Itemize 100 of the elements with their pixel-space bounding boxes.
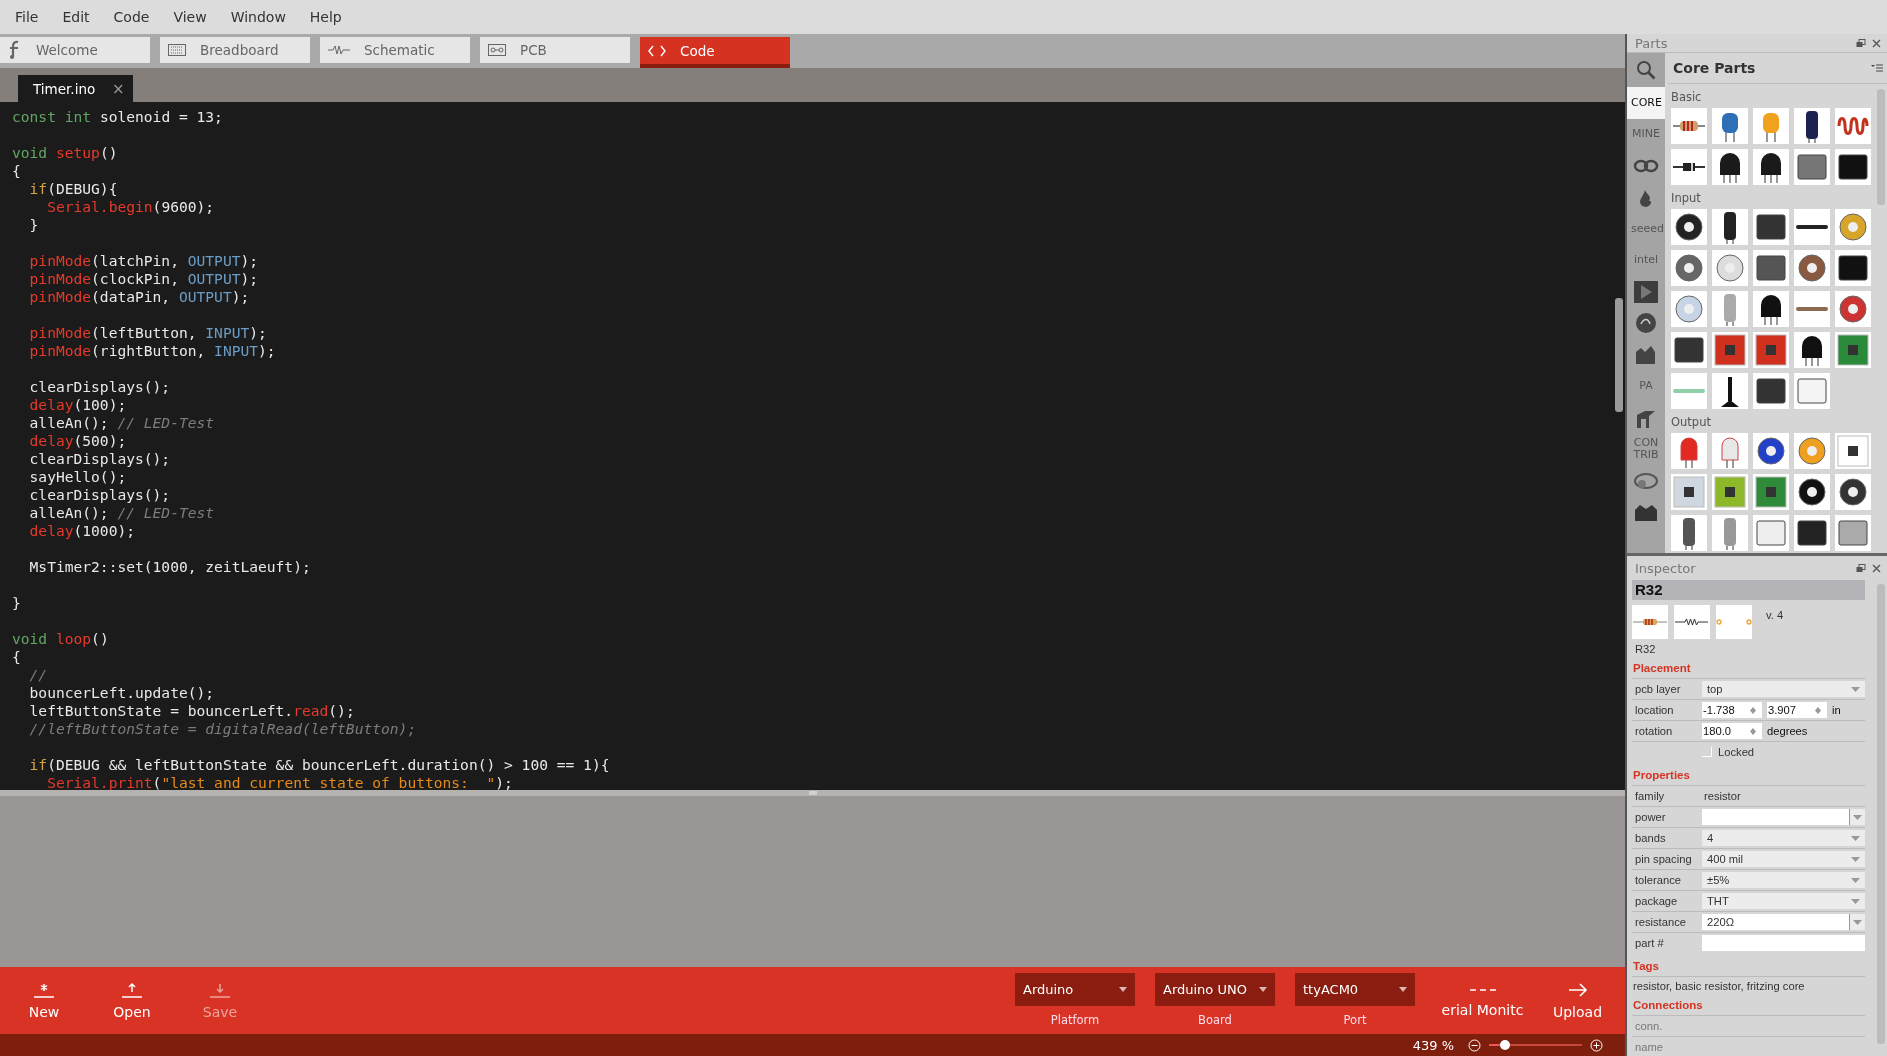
bin-tab[interactable]: CORE bbox=[1627, 87, 1665, 119]
menu-item[interactable]: Window bbox=[218, 7, 298, 27]
search-icon[interactable] bbox=[1636, 60, 1656, 80]
panel-title: Inspector bbox=[1635, 560, 1697, 576]
wire-icon[interactable] bbox=[1794, 209, 1830, 245]
resistor-symbol-icon[interactable] bbox=[1674, 605, 1710, 639]
chip-icon[interactable] bbox=[1753, 209, 1789, 245]
menu-item[interactable]: Code bbox=[101, 7, 162, 27]
dropdown-caption: Board bbox=[1198, 1013, 1232, 1027]
board-icon[interactable] bbox=[1753, 474, 1789, 510]
led-icon[interactable] bbox=[1712, 433, 1748, 469]
zoom-in-icon[interactable] bbox=[1590, 1038, 1603, 1052]
dropdown[interactable]: top bbox=[1702, 681, 1865, 697]
scrollbar-thumb[interactable] bbox=[1615, 298, 1623, 412]
undock-icon[interactable] bbox=[1856, 563, 1866, 573]
view-tab[interactable]: Welcome bbox=[0, 37, 150, 63]
checkbox-label[interactable]: Locked bbox=[1718, 746, 1755, 758]
input-field[interactable] bbox=[1702, 935, 1865, 951]
chip-icon[interactable] bbox=[1835, 149, 1871, 185]
right-arrow-icon bbox=[1566, 981, 1589, 998]
property-label: part # bbox=[1635, 937, 1665, 949]
dropdown[interactable]: 4 bbox=[1702, 830, 1865, 846]
chip-icon[interactable] bbox=[1671, 332, 1707, 368]
led-icon[interactable] bbox=[1671, 433, 1707, 469]
view-tab[interactable]: Code bbox=[640, 37, 790, 68]
code-line: leftButtonState = bouncerLeft.read(); bbox=[28, 702, 355, 720]
scrollbar-thumb[interactable] bbox=[1877, 584, 1885, 1044]
combo-box[interactable]: 220Ω bbox=[1702, 914, 1865, 930]
menu-item[interactable]: Edit bbox=[50, 7, 102, 27]
spin-box[interactable]: -1.738 bbox=[1702, 702, 1762, 718]
code-line: sayHello(); bbox=[28, 468, 127, 486]
version-label: v. 4 bbox=[1766, 609, 1784, 621]
capacitor-icon[interactable] bbox=[1712, 108, 1748, 144]
toolbar-button[interactable]: Upload bbox=[1530, 967, 1625, 1034]
unit-label: degrees bbox=[1767, 725, 1808, 737]
toolbar-button[interactable]: Open bbox=[88, 967, 176, 1034]
board-icon[interactable] bbox=[1753, 332, 1789, 368]
stand-icon[interactable] bbox=[1712, 373, 1748, 409]
transistor-icon[interactable] bbox=[1794, 332, 1830, 368]
board-icon[interactable] bbox=[1712, 332, 1748, 368]
resistor-symbol-icon bbox=[328, 45, 350, 55]
chip-icon[interactable] bbox=[1835, 250, 1871, 286]
part-title: R32 bbox=[1632, 580, 1865, 600]
zoom-out-icon[interactable] bbox=[1468, 1038, 1481, 1052]
toolbar-button[interactable]: New bbox=[0, 967, 88, 1034]
spin-box[interactable]: 3.907 bbox=[1767, 702, 1827, 718]
dropdown[interactable]: ±5% bbox=[1702, 872, 1865, 888]
cylinder-icon[interactable] bbox=[1712, 209, 1748, 245]
view-tab[interactable]: Schematic bbox=[320, 37, 470, 63]
cylinder-icon[interactable] bbox=[1794, 108, 1830, 144]
knob-icon[interactable] bbox=[1794, 474, 1830, 510]
property-label: location bbox=[1635, 704, 1675, 716]
resistor-icon[interactable] bbox=[1671, 108, 1707, 144]
dropdown[interactable]: 400 mil bbox=[1702, 851, 1865, 867]
checkbox[interactable] bbox=[1702, 747, 1712, 757]
spin-box[interactable]: 180.0 bbox=[1702, 723, 1762, 739]
cylinder-icon[interactable] bbox=[1671, 515, 1707, 551]
chip-icon[interactable] bbox=[1753, 250, 1789, 286]
coil-icon[interactable] bbox=[1835, 108, 1871, 144]
close-button[interactable]: × bbox=[112, 80, 125, 98]
capacitor-icon[interactable] bbox=[1753, 108, 1789, 144]
caret-icon bbox=[1259, 987, 1267, 992]
scrollbar-thumb[interactable] bbox=[1877, 89, 1885, 205]
property-label: name bbox=[1635, 1041, 1664, 1053]
property-label: pin spacing bbox=[1635, 853, 1693, 865]
menu-item[interactable]: View bbox=[161, 7, 219, 27]
dropdown[interactable]: ttyACM0 bbox=[1295, 973, 1415, 1006]
undock-icon[interactable] bbox=[1856, 38, 1866, 48]
diode-icon[interactable] bbox=[1671, 149, 1707, 185]
knob-icon[interactable] bbox=[1835, 474, 1871, 510]
close-icon[interactable] bbox=[1872, 38, 1881, 48]
code-line: pinMode(clockPin, OUTPUT); bbox=[28, 270, 259, 288]
dropdown[interactable]: THT bbox=[1702, 893, 1865, 909]
code-line: delay(500); bbox=[28, 432, 127, 450]
board-icon[interactable] bbox=[1835, 332, 1871, 368]
close-icon[interactable] bbox=[1872, 563, 1881, 573]
resistor-icon[interactable] bbox=[1632, 605, 1668, 639]
property-label: family bbox=[1635, 790, 1666, 802]
knob-icon[interactable] bbox=[1753, 433, 1789, 469]
chip-icon[interactable] bbox=[1794, 149, 1830, 185]
code-line: const int solenoid = 13; bbox=[12, 108, 223, 126]
board-icon[interactable] bbox=[1671, 474, 1707, 510]
chip-icon[interactable] bbox=[1753, 373, 1789, 409]
board-icon[interactable] bbox=[1712, 474, 1748, 510]
knob-icon[interactable] bbox=[1671, 209, 1707, 245]
view-tab[interactable]: PCB bbox=[480, 37, 630, 63]
view-tab[interactable]: Breadboard bbox=[160, 37, 310, 63]
toolbar-button[interactable]: erial Monitc bbox=[1435, 967, 1530, 1034]
category-label: Basic bbox=[1671, 89, 1703, 106]
menu-item[interactable]: Help bbox=[297, 7, 354, 27]
dropdown[interactable]: Arduino bbox=[1015, 973, 1135, 1006]
transistor-icon[interactable] bbox=[1753, 291, 1789, 327]
splitter-handle[interactable] bbox=[808, 791, 817, 795]
transistor-icon[interactable] bbox=[1753, 149, 1789, 185]
dropdown[interactable]: Arduino UNO bbox=[1155, 973, 1275, 1006]
board-icon[interactable] bbox=[1835, 433, 1871, 469]
menu-item[interactable]: File bbox=[3, 7, 51, 27]
slider-thumb[interactable] bbox=[1499, 1040, 1510, 1050]
transistor-icon[interactable] bbox=[1712, 149, 1748, 185]
chip-icon[interactable] bbox=[1794, 515, 1830, 551]
